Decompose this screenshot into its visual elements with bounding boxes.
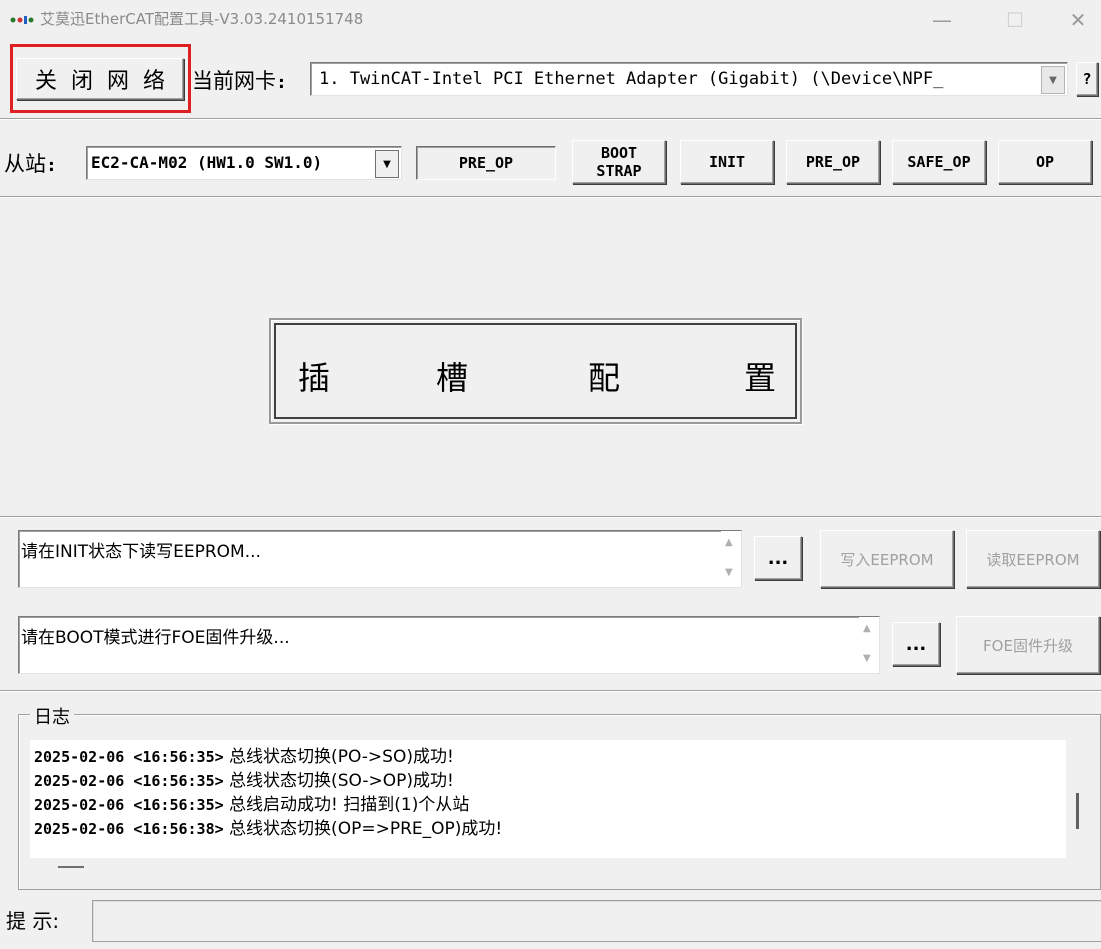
bootstrap-button[interactable]: BOOT STRAP (572, 140, 666, 184)
slave-select[interactable]: EC2-CA-M02 (HW1.0 SW1.0) ▼ (86, 146, 402, 180)
log-entry: 2025-02-06 <16:56:35> 总线状态切换(SO->OP)成功! (34, 771, 454, 791)
foe-textbox[interactable]: 请在BOOT模式进行FOE固件升级... ▲ ▼ (18, 616, 880, 674)
scrollbar[interactable]: ▲ ▼ (721, 531, 741, 587)
read-eeprom-button[interactable]: 读取EEPROM (966, 530, 1100, 588)
eeprom-browse-button[interactable]: ... (754, 536, 802, 580)
scroll-down-icon[interactable]: ▼ (863, 653, 871, 664)
nic-label: 当前网卡: (192, 69, 287, 93)
app-logo-icon (10, 12, 34, 26)
foe-text: 请在BOOT模式进行FOE固件升级... (21, 628, 290, 648)
nic-value: 1. TwinCAT-Intel PCI Ethernet Adapter (G… (319, 69, 944, 89)
pre-op-button[interactable]: PRE_OP (786, 140, 880, 184)
log-entry: 2025-02-06 <16:56:35> 总线状态切换(PO->SO)成功! (34, 747, 454, 767)
window-title: 艾莫迅EtherCAT配置工具-V3.03.2410151748 (40, 10, 364, 28)
close-network-button[interactable]: 关闭网络 (16, 58, 184, 100)
minimize-button[interactable]: — (912, 0, 972, 40)
hint-field (92, 900, 1101, 942)
eeprom-textbox[interactable]: 请在INIT状态下读写EEPROM... ▲ ▼ (18, 530, 742, 588)
scroll-up-icon[interactable]: ▲ (725, 537, 733, 548)
log-title: 日志 (30, 703, 74, 729)
current-state-display: PRE_OP (416, 146, 556, 180)
chevron-down-icon[interactable]: ▼ (1041, 66, 1065, 94)
safe-op-button[interactable]: SAFE_OP (892, 140, 986, 184)
divider (0, 690, 1101, 692)
scrollbar[interactable]: ▲ ▼ (859, 617, 879, 673)
foe-upgrade-button[interactable]: FOE固件升级 (956, 616, 1100, 674)
divider (0, 118, 1101, 120)
close-icon: ✕ (1069, 8, 1087, 32)
slot-config-char: 配 (588, 359, 621, 397)
eeprom-text: 请在INIT状态下读写EEPROM... (21, 542, 261, 562)
divider (0, 196, 1101, 198)
bootstrap-label-line1: BOOT (600, 144, 638, 162)
bootstrap-label-line2: STRAP (596, 162, 642, 180)
close-window-button[interactable]: ✕ (1048, 0, 1101, 40)
horizontal-scrollbar-thumb[interactable] (58, 866, 84, 868)
log-area[interactable]: 2025-02-06 <16:56:35> 总线状态切换(PO->SO)成功! … (30, 740, 1066, 858)
op-button[interactable]: OP (998, 140, 1092, 184)
slot-config-char: 槽 (436, 359, 469, 397)
maximize-button[interactable]: ☐ (985, 0, 1045, 40)
log-scrollbar-thumb[interactable] (1076, 793, 1079, 829)
slot-config-char: 插 (298, 359, 331, 397)
hint-label: 提 示: (6, 909, 60, 933)
maximize-icon: ☐ (1006, 8, 1024, 32)
chevron-down-icon[interactable]: ▼ (375, 150, 399, 178)
log-entry: 2025-02-06 <16:56:38> 总线状态切换(OP=>PRE_OP)… (34, 819, 503, 839)
slave-value: EC2-CA-M02 (HW1.0 SW1.0) (91, 153, 323, 172)
foe-browse-button[interactable]: ... (892, 622, 940, 666)
scroll-up-icon[interactable]: ▲ (863, 623, 871, 634)
write-eeprom-button[interactable]: 写入EEPROM (820, 530, 954, 588)
minimize-icon: — (932, 8, 952, 32)
init-button[interactable]: INIT (680, 140, 774, 184)
slot-config-button[interactable]: 插 槽 配 置 (274, 323, 797, 419)
log-entry: 2025-02-06 <16:56:35> 总线启动成功! 扫描到(1)个从站 (34, 795, 470, 815)
slave-label: 从站: (4, 152, 57, 176)
help-button[interactable]: ? (1076, 62, 1098, 96)
divider (0, 516, 1101, 518)
scroll-down-icon[interactable]: ▼ (725, 567, 733, 578)
slot-config-char: 置 (744, 359, 777, 397)
nic-select[interactable]: 1. TwinCAT-Intel PCI Ethernet Adapter (G… (310, 62, 1068, 96)
